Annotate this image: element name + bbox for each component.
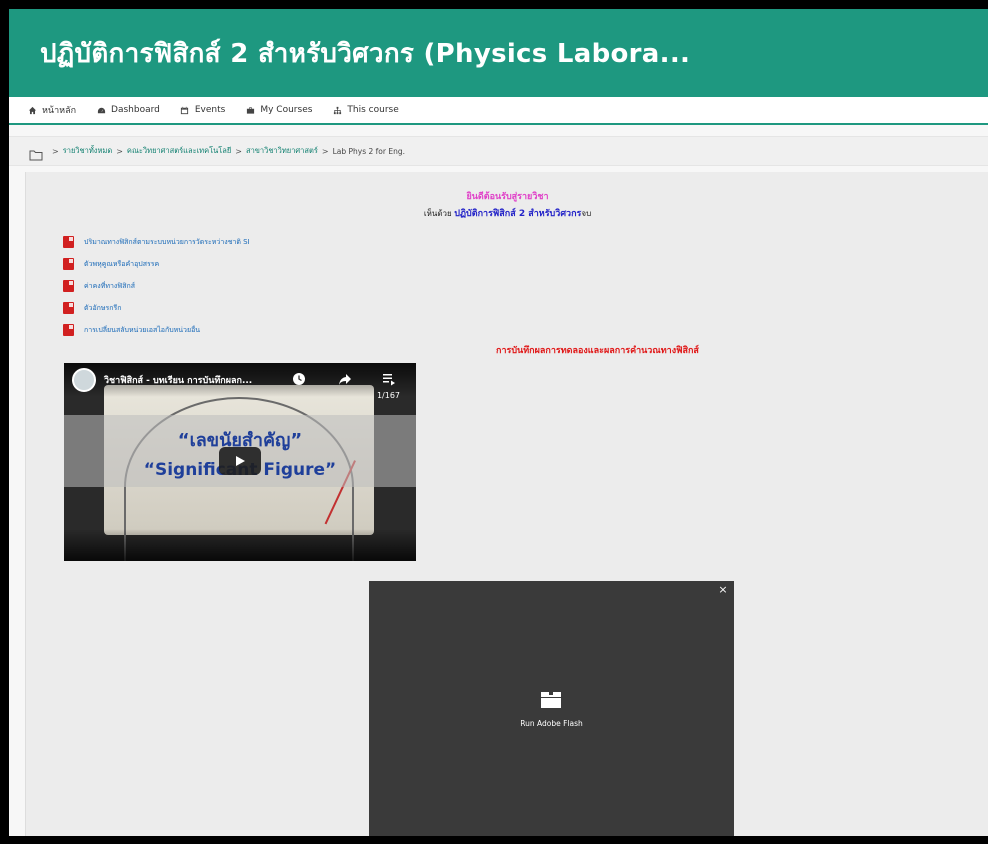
- pdf-icon: [63, 280, 74, 292]
- pdf-icon: [63, 258, 74, 270]
- video-topbar: วิชาฟิสิกส์ - บทเรียน การบันทึกผลก...: [64, 363, 416, 397]
- nav-item-label: หน้าหลัก: [42, 106, 77, 116]
- plugin-icon: [539, 689, 563, 709]
- briefcase-icon: [245, 105, 255, 115]
- sitemap-icon: [332, 105, 342, 115]
- breadcrumb-separator: >: [116, 146, 123, 156]
- breadcrumb-separator: >: [235, 146, 242, 156]
- welcome-prefix: เห็นด้วย: [423, 209, 455, 218]
- welcome-course-name: ปฏิบัติการฟิสิกส์ 2 สำหรับวิศวกร: [454, 209, 582, 219]
- breadcrumb-separator: >: [52, 146, 59, 156]
- nav-item-dashboard[interactable]: Dashboard: [96, 105, 160, 115]
- resource-link[interactable]: ค่าคงที่ทางฟิสิกส์: [84, 281, 135, 292]
- nav-item-this-course[interactable]: This course: [332, 105, 399, 115]
- pdf-icon: [63, 302, 74, 314]
- video-title[interactable]: วิชาฟิสิกส์ - บทเรียน การบันทึกผลก...: [104, 373, 252, 387]
- page-title: ปฏิบัติการฟิสิกส์ 2 สำหรับวิศวกร (Physic…: [40, 38, 691, 69]
- folder-icon: [29, 146, 44, 160]
- play-icon: [236, 456, 245, 466]
- welcome-heading: ยินดีต้อนรับสู่รายวิชา: [466, 192, 549, 202]
- screenshot-border-bottom: [0, 836, 988, 844]
- resource-link[interactable]: ปริมาณทางฟิสิกส์ตามระบบหน่วยการวัดระหว่า…: [84, 237, 250, 248]
- resource-list: ปริมาณทางฟิสิกส์ตามระบบหน่วยการวัดระหว่า…: [63, 231, 250, 341]
- nav-item-label: Events: [194, 105, 226, 115]
- video-bottom-gradient: [64, 529, 416, 561]
- pdf-icon: [63, 324, 74, 336]
- close-icon[interactable]: ×: [717, 583, 729, 596]
- share-icon[interactable]: [338, 371, 352, 385]
- nav-item-events[interactable]: Events: [180, 105, 225, 115]
- run-adobe-flash-link[interactable]: Run Adobe Flash: [369, 719, 734, 728]
- resource-item[interactable]: ตัวอักษรกรีก: [63, 297, 250, 319]
- resource-item[interactable]: ค่าคงที่ทางฟิสิกส์: [63, 275, 250, 297]
- nav-item-label: Dashboard: [111, 105, 160, 115]
- breadcrumb-link-department[interactable]: สาขาวิชาวิทยาศาสตร์: [246, 145, 318, 157]
- breadcrumb-link-all-courses[interactable]: รายวิชาทั้งหมด: [63, 145, 113, 157]
- resource-link[interactable]: ตัวพหุคูณหรือคำอุปสรรค: [84, 259, 159, 270]
- nav-item-home[interactable]: หน้าหลัก: [27, 103, 76, 117]
- breadcrumb-current-course: Lab Phys 2 for Eng.: [332, 146, 405, 156]
- channel-avatar[interactable]: [72, 368, 96, 392]
- resource-item[interactable]: ปริมาณทางฟิสิกส์ตามระบบหน่วยการวัดระหว่า…: [63, 231, 250, 253]
- browser-viewport: ปฏิบัติการฟิสิกส์ 2 สำหรับวิศวกร (Physic…: [9, 9, 988, 836]
- welcome-suffix: จบ: [581, 209, 592, 218]
- watch-later-icon[interactable]: [292, 371, 306, 385]
- nav-item-label: This course: [347, 105, 399, 115]
- breadcrumb-separator: >: [321, 146, 329, 156]
- welcome-subtitle: เห็นด้วย ปฏิบัติการฟิสิกส์ 2 สำหรับวิศวก…: [26, 206, 988, 220]
- play-button[interactable]: [219, 447, 261, 475]
- playlist-icon[interactable]: [382, 371, 396, 386]
- resource-link[interactable]: ตัวอักษรกรีก: [84, 303, 122, 314]
- course-header: ปฏิบัติการฟิสิกส์ 2 สำหรับวิศวกร (Physic…: [9, 9, 988, 97]
- nav-item-my-courses[interactable]: My Courses: [245, 105, 312, 115]
- dashboard-icon: [96, 105, 106, 115]
- pdf-icon: [63, 236, 74, 248]
- breadcrumb: > รายวิชาทั้งหมด > คณะวิทยาศาสตร์และเทคโ…: [9, 136, 988, 166]
- calendar-icon: [180, 105, 190, 115]
- resource-item[interactable]: ตัวพหุคูณหรือคำอุปสรรค: [63, 253, 250, 275]
- top-navbar: หน้าหลัก Dashboard Events My Courses Thi…: [9, 97, 988, 125]
- playlist-counter: 1/167: [376, 391, 400, 400]
- breadcrumb-link-faculty[interactable]: คณะวิทยาศาสตร์และเทคโนโลยี: [127, 145, 231, 157]
- section-heading: การบันทึกผลการทดลองและผลการคำนวณทางฟิสิก…: [496, 346, 699, 356]
- flash-plugin-placeholder[interactable]: × Run Adobe Flash: [369, 581, 734, 836]
- youtube-video-embed[interactable]: “เลขนัยสำคัญ” “Significant Figure” วิชาฟ…: [64, 363, 416, 561]
- resource-item[interactable]: การเปลี่ยนสลับหน่วยเอสไอกับหน่วยอื่น: [63, 319, 250, 341]
- home-icon: [27, 105, 37, 115]
- course-content: ยินดีต้อนรับสู่รายวิชา เห็นด้วย ปฏิบัติก…: [25, 172, 988, 836]
- nav-item-label: My Courses: [260, 105, 313, 115]
- resource-link[interactable]: การเปลี่ยนสลับหน่วยเอสไอกับหน่วยอื่น: [84, 325, 200, 336]
